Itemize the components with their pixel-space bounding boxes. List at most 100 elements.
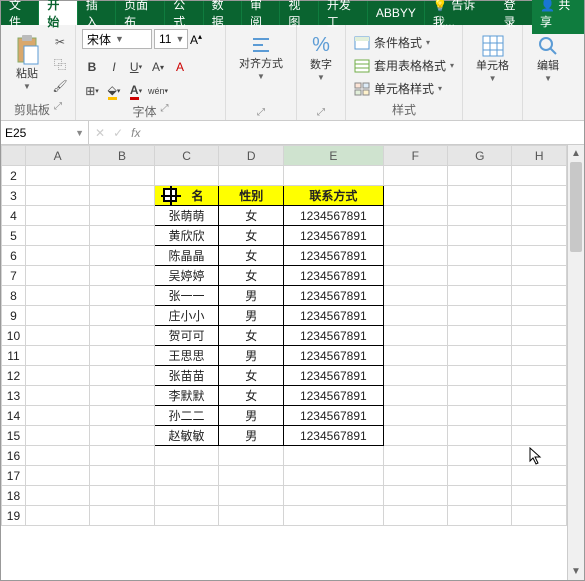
italic-button[interactable]: I xyxy=(104,57,124,77)
row-header[interactable]: 16 xyxy=(2,446,26,466)
cell[interactable] xyxy=(383,326,447,346)
cell[interactable]: 1234567891 xyxy=(284,386,384,406)
row-header[interactable]: 3 xyxy=(2,186,26,206)
cell[interactable] xyxy=(219,466,284,486)
cell[interactable] xyxy=(448,226,512,246)
cell[interactable]: 名 xyxy=(154,186,219,206)
worksheet-grid[interactable]: ABCDEFGH 23名性别联系方式4张萌萌女12345678915黄欣欣女12… xyxy=(1,145,567,526)
paste-button[interactable]: 粘贴 ▼ xyxy=(7,29,47,96)
cell[interactable] xyxy=(25,406,89,426)
cell[interactable]: 1234567891 xyxy=(284,246,384,266)
row-header[interactable]: 8 xyxy=(2,286,26,306)
tab-视图[interactable]: 视图 xyxy=(280,1,318,25)
cell[interactable] xyxy=(512,346,567,366)
cell[interactable] xyxy=(90,386,154,406)
cell[interactable] xyxy=(512,266,567,286)
number-format-button[interactable]: % 数字 ▼ xyxy=(303,29,339,87)
cell[interactable] xyxy=(383,346,447,366)
cell[interactable]: 张苗苗 xyxy=(154,366,219,386)
cell[interactable] xyxy=(154,166,219,186)
cell[interactable]: 赵敏敏 xyxy=(154,426,219,446)
cell[interactable] xyxy=(512,426,567,446)
cell[interactable] xyxy=(25,186,89,206)
cell[interactable] xyxy=(448,386,512,406)
align-launcher[interactable]: ⤢ xyxy=(257,107,265,118)
cell[interactable]: 女 xyxy=(219,366,284,386)
cell[interactable] xyxy=(25,346,89,366)
row-header[interactable]: 19 xyxy=(2,506,26,526)
tab-插入[interactable]: 插入 xyxy=(78,1,116,25)
row-header[interactable]: 14 xyxy=(2,406,26,426)
fill-color-button[interactable]: ⬙▾ xyxy=(104,81,124,101)
tab-开发工[interactable]: 开发工 xyxy=(319,1,368,25)
row-header[interactable]: 7 xyxy=(2,266,26,286)
tab-ABBYY[interactable]: ABBYY xyxy=(368,1,425,25)
cell[interactable]: 黄欣欣 xyxy=(154,226,219,246)
cell[interactable]: 陈晶晶 xyxy=(154,246,219,266)
tab-审阅[interactable]: 审阅 xyxy=(242,1,280,25)
cell[interactable] xyxy=(284,466,384,486)
tab-home[interactable]: 开始 xyxy=(39,1,77,25)
cell[interactable] xyxy=(25,266,89,286)
cell[interactable] xyxy=(25,246,89,266)
cell[interactable]: 女 xyxy=(219,386,284,406)
cell[interactable] xyxy=(90,186,154,206)
cell[interactable] xyxy=(25,506,89,526)
cell[interactable] xyxy=(512,386,567,406)
cell[interactable] xyxy=(90,266,154,286)
font-color-button[interactable]: A▾ xyxy=(126,81,146,101)
editing-button[interactable]: 编辑 ▼ xyxy=(529,29,567,88)
cell[interactable]: 女 xyxy=(219,266,284,286)
cell[interactable] xyxy=(512,366,567,386)
cell[interactable] xyxy=(25,366,89,386)
cells-button[interactable]: 单元格 ▼ xyxy=(469,29,516,88)
cell[interactable]: 男 xyxy=(219,286,284,306)
cancel-button[interactable]: ✕ xyxy=(95,126,105,140)
cell[interactable] xyxy=(383,506,447,526)
col-header-B[interactable]: B xyxy=(90,146,154,166)
alignment-button[interactable]: 对齐方式 ▼ xyxy=(232,29,290,86)
format-as-table-button[interactable]: 套用表格格式▾ xyxy=(352,56,456,75)
cell[interactable] xyxy=(284,166,384,186)
underline-button[interactable]: U▾ xyxy=(126,57,146,77)
row-header[interactable]: 5 xyxy=(2,226,26,246)
cell[interactable] xyxy=(512,206,567,226)
cell[interactable] xyxy=(383,466,447,486)
cell[interactable] xyxy=(90,326,154,346)
enter-button[interactable]: ✓ xyxy=(113,126,123,140)
col-header-C[interactable]: C xyxy=(154,146,219,166)
cell[interactable]: 女 xyxy=(219,246,284,266)
cell[interactable]: 1234567891 xyxy=(284,406,384,426)
cell-styles-button[interactable]: 单元格样式▾ xyxy=(352,79,444,98)
cell[interactable] xyxy=(90,286,154,306)
cell[interactable] xyxy=(25,426,89,446)
cell[interactable] xyxy=(448,506,512,526)
cell[interactable]: 女 xyxy=(219,226,284,246)
scroll-up-arrow[interactable]: ▲ xyxy=(568,145,584,162)
font-size-combo[interactable]: 11▼ xyxy=(154,29,188,49)
cell[interactable]: 1234567891 xyxy=(284,206,384,226)
row-header[interactable]: 2 xyxy=(2,166,26,186)
cell[interactable] xyxy=(90,306,154,326)
cell[interactable] xyxy=(90,246,154,266)
row-header[interactable]: 15 xyxy=(2,426,26,446)
font-name-combo[interactable]: 宋体▼ xyxy=(82,29,152,49)
cell[interactable] xyxy=(448,486,512,506)
row-header[interactable]: 6 xyxy=(2,246,26,266)
cell[interactable] xyxy=(383,266,447,286)
scroll-thumb[interactable] xyxy=(570,162,582,252)
cell[interactable] xyxy=(284,506,384,526)
col-header-E[interactable]: E xyxy=(284,146,384,166)
cell[interactable] xyxy=(512,286,567,306)
number-launcher[interactable]: ⤢ xyxy=(317,107,325,118)
cell[interactable]: 1234567891 xyxy=(284,326,384,346)
cell[interactable] xyxy=(448,466,512,486)
cell[interactable] xyxy=(219,486,284,506)
row-header[interactable]: 9 xyxy=(2,306,26,326)
cell[interactable] xyxy=(448,266,512,286)
row-header[interactable]: 13 xyxy=(2,386,26,406)
cell[interactable]: 男 xyxy=(219,426,284,446)
cell[interactable] xyxy=(512,186,567,206)
cell[interactable]: 1234567891 xyxy=(284,306,384,326)
conditional-formatting-button[interactable]: 条件格式▾ xyxy=(352,33,432,52)
